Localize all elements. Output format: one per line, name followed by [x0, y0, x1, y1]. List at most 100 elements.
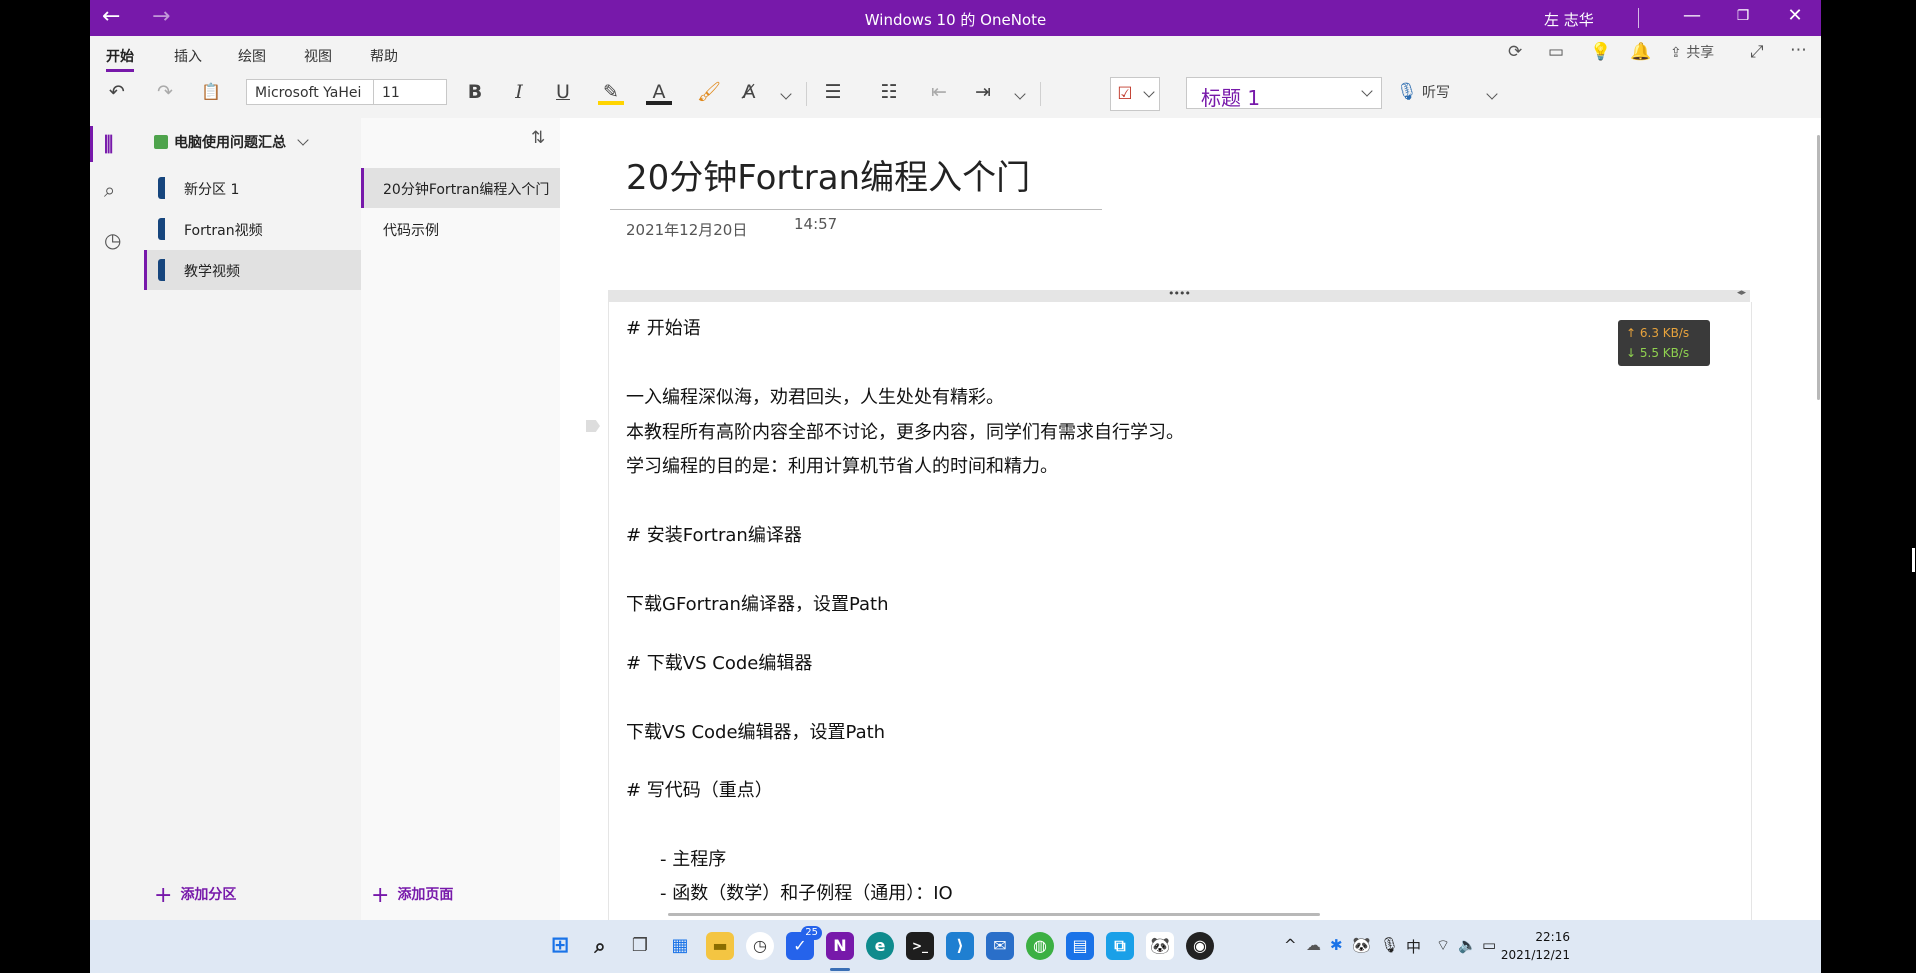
resize-arrows-icon[interactable]: ◂▸	[1737, 288, 1746, 298]
remote-desktop-icon[interactable]: ⧉	[1106, 932, 1134, 960]
onenote-window: ← → Windows 10 的 OneNote 左 志华 — ❐ ✕ 开始 插…	[90, 0, 1821, 920]
bold-button[interactable]: B	[462, 79, 488, 105]
horizontal-scrollbar[interactable]	[668, 913, 1320, 916]
notebooks-icon[interactable]: ⫼	[104, 132, 113, 156]
clear-format-icon[interactable]: A̸	[736, 79, 762, 105]
more-format-chevron-icon[interactable]	[776, 79, 796, 105]
ime-indicator[interactable]: 中	[1406, 936, 1421, 957]
paragraph-handle-icon[interactable]	[586, 420, 600, 432]
obs-icon[interactable]: ◉	[1186, 932, 1214, 960]
network-speed-overlay: ↑ 6.3 KB/s ↓ 5.5 KB/s	[1618, 320, 1710, 366]
italic-button[interactable]: I	[506, 79, 532, 105]
restore-icon[interactable]: ❐	[1728, 8, 1758, 24]
redo-icon[interactable]: ↷	[152, 79, 178, 105]
bluetooth-icon[interactable]: ✱	[1330, 936, 1343, 954]
outdent-icon[interactable]: ⇤	[926, 79, 952, 105]
search-icon[interactable]: ⌕	[104, 178, 115, 202]
format-painter-icon[interactable]: 🖌	[696, 79, 722, 105]
note-paragraph[interactable]: 一入编程深似海，劝君回头，人生处处有精彩。	[626, 383, 1004, 409]
clipboard-icon[interactable]: 📋	[198, 79, 224, 105]
fullscreen-icon[interactable]: ⤢	[1750, 42, 1764, 62]
dictate-button[interactable]: 🎙 听写	[1396, 79, 1482, 105]
tab-draw[interactable]: 绘图	[238, 46, 266, 66]
section-item-selected[interactable]: 教学视频	[144, 250, 361, 290]
tray-app-icon[interactable]: 🐼	[1352, 936, 1371, 954]
note-heading[interactable]: # 写代码（重点）	[626, 776, 773, 802]
tab-view[interactable]: 视图	[304, 46, 332, 66]
wifi-icon[interactable]: ⌔	[1436, 936, 1450, 955]
more-options-icon[interactable]: ⋯	[1790, 40, 1807, 60]
page-item-selected[interactable]: 20分钟Fortran编程入个门	[361, 168, 560, 208]
section-item[interactable]: 新分区 1	[144, 168, 361, 208]
task-view-icon[interactable]: ❐	[626, 932, 654, 960]
volume-icon[interactable]: 🔈	[1458, 936, 1477, 954]
microphone-icon[interactable]: 🎙	[1380, 936, 1399, 954]
add-page-button[interactable]: + 添加页面	[371, 883, 453, 908]
search-icon[interactable]: ⌕	[586, 932, 614, 960]
indent-icon[interactable]: ⇥	[970, 79, 996, 105]
minimize-icon[interactable]: —	[1677, 5, 1707, 26]
drag-handle-icon[interactable]: ••••	[1168, 287, 1191, 300]
sort-icon[interactable]: ⇅	[531, 128, 545, 148]
notebook-selector[interactable]: 电脑使用问题汇总	[154, 132, 309, 152]
more-paragraph-chevron-icon[interactable]	[1010, 79, 1030, 105]
tab-home[interactable]: 开始	[106, 46, 134, 72]
system-clock[interactable]: 22:16 2021/12/21	[1500, 928, 1570, 964]
terminal-icon[interactable]: >_	[906, 932, 934, 960]
recent-icon[interactable]: ◷	[104, 228, 121, 252]
mail-app-icon[interactable]: ✉	[986, 932, 1014, 960]
note-paragraph[interactable]: 学习编程的目的是：利用计算机节省人的时间和精力。	[626, 452, 1058, 478]
edge-icon[interactable]: e	[866, 932, 894, 960]
page-item[interactable]: 代码示例	[361, 209, 560, 249]
note-list-item[interactable]: - 主程序	[660, 845, 726, 871]
bullets-icon[interactable]: ☰	[820, 79, 846, 105]
note-paragraph[interactable]: 本教程所有高阶内容全部不讨论，更多内容，同学们有需求自行学习。	[626, 418, 1184, 444]
widgets-icon[interactable]: ▦	[666, 932, 694, 960]
sticky-notes-icon[interactable]: ▭	[1548, 42, 1564, 62]
tab-insert[interactable]: 插入	[174, 46, 202, 66]
tab-help[interactable]: 帮助	[370, 46, 398, 66]
sync-icon[interactable]: ⟳	[1508, 42, 1522, 62]
note-paragraph[interactable]: 下载GFortran编译器，设置Path	[626, 590, 889, 616]
page-title[interactable]: 20分钟Fortran编程入个门	[626, 150, 1030, 199]
highlight-icon[interactable]: ✎	[598, 79, 624, 105]
file-explorer-icon[interactable]: ▬	[706, 932, 734, 960]
wechat-icon[interactable]: ◍	[1026, 932, 1054, 960]
note-heading[interactable]: # 下载VS Code编辑器	[626, 649, 812, 675]
section-item[interactable]: Fortran视频	[144, 209, 361, 249]
undo-icon[interactable]: ↶	[104, 79, 130, 105]
note-list-item[interactable]: - 函数（数学）和子例程（通用）：IO	[660, 879, 953, 905]
start-icon[interactable]: ⊞	[546, 932, 574, 960]
style-dropdown[interactable]: 标题 1	[1186, 77, 1382, 110]
close-icon[interactable]: ✕	[1780, 5, 1810, 26]
vertical-scrollbar[interactable]	[1817, 135, 1820, 400]
font-name-box[interactable]: Microsoft YaHei	[246, 79, 374, 105]
font-color-icon[interactable]: A	[646, 79, 672, 105]
note-container-handle[interactable]: •••• ◂▸	[608, 287, 1750, 302]
add-section-button[interactable]: + 添加分区	[154, 883, 236, 908]
note-paragraph[interactable]: 下载VS Code编辑器，设置Path	[626, 718, 885, 744]
user-name[interactable]: 左 志华	[1544, 9, 1594, 30]
panda-app-icon[interactable]: 🐼	[1146, 932, 1174, 960]
bell-icon[interactable]: 🔔	[1630, 42, 1651, 62]
page-time: 14:57	[794, 215, 838, 233]
onedrive-icon[interactable]: ☁	[1306, 936, 1321, 954]
lightbulb-icon[interactable]: 💡	[1590, 42, 1611, 62]
note-heading[interactable]: # 安装Fortran编译器	[626, 521, 802, 547]
vscode-icon[interactable]: ⟩	[946, 932, 974, 960]
underline-button[interactable]: U	[550, 79, 576, 105]
share-button[interactable]: ⇪ 共享	[1670, 42, 1714, 62]
clock-app-icon[interactable]: ◷	[746, 932, 774, 960]
battery-icon[interactable]: ▭	[1482, 936, 1496, 954]
section-tab-icon	[158, 259, 165, 281]
page-canvas[interactable]: 20分钟Fortran编程入个门 2021年12月20日 14:57 •••• …	[560, 118, 1821, 920]
onenote-icon[interactable]: N	[826, 932, 854, 960]
mail-icon[interactable]: ✓ 25	[786, 926, 822, 960]
font-size-box[interactable]: 11	[373, 79, 447, 105]
numbering-icon[interactable]: ☷	[876, 79, 902, 105]
note-heading[interactable]: # 开始语	[626, 314, 701, 340]
dictate-chevron-icon[interactable]	[1482, 79, 1502, 105]
store-icon[interactable]: ▤	[1066, 932, 1094, 960]
tray-chevron-icon[interactable]: ^	[1284, 936, 1297, 954]
todo-tag-dropdown[interactable]: ☑	[1110, 77, 1160, 111]
